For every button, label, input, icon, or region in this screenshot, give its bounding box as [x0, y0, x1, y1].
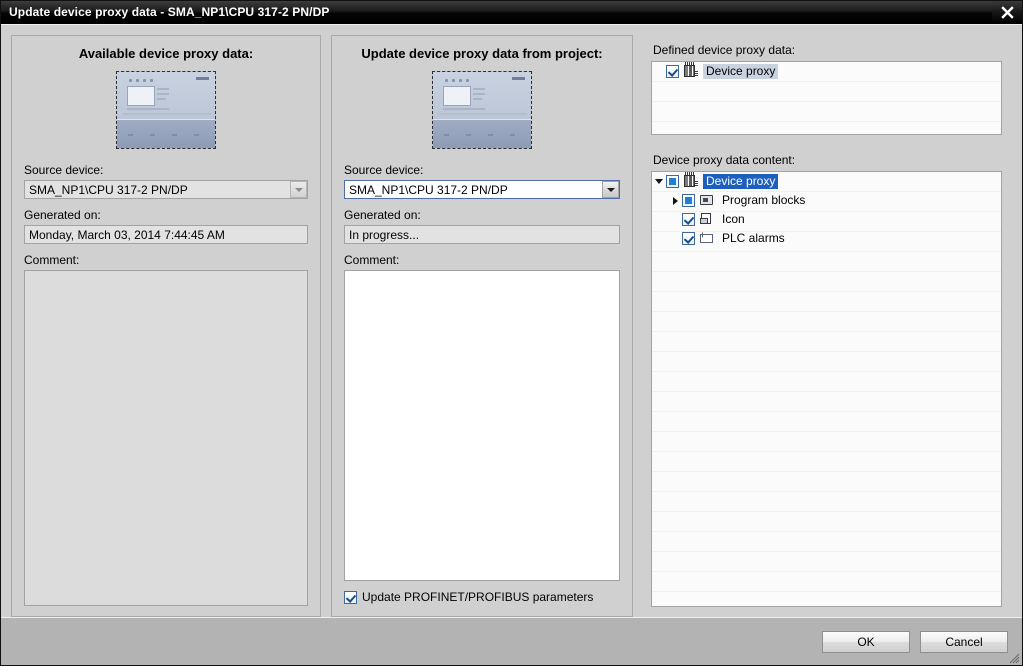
- tree-row-label: PLC alarms: [722, 231, 785, 245]
- chevron-down-icon: [606, 187, 615, 192]
- defined-device-proxy-data-list[interactable]: Device proxy: [651, 61, 1002, 135]
- tree-row-label: Program blocks: [722, 193, 806, 207]
- available-source-device-value: SMA_NP1\CPU 317-2 PN/DP: [29, 182, 188, 197]
- available-generated-on-value: Monday, March 03, 2014 7:44:45 AM: [24, 225, 308, 244]
- available-preview-wrap: [24, 71, 308, 149]
- dialog-footer: OK Cancel: [1, 617, 1022, 665]
- available-comment-label: Comment:: [24, 253, 80, 267]
- tree-row-label: Device proxy: [703, 174, 779, 189]
- chevron-down-icon: [655, 179, 663, 184]
- available-panel-title: Available device proxy data:: [78, 46, 254, 61]
- chevron-right-icon: [672, 196, 678, 205]
- update-source-device-dropdown-button[interactable]: [602, 181, 619, 198]
- plc-alarms-checkbox[interactable]: [682, 232, 695, 245]
- device-proxy-data-content-tree[interactable]: Device proxy Program blocks Icon PLC ala…: [651, 171, 1002, 607]
- icon-page-icon: [699, 212, 715, 227]
- dialog-body: Available device proxy data: Source devi…: [1, 24, 1022, 665]
- update-device-proxy-dialog: Update device proxy data - SMA_NP1\CPU 3…: [0, 0, 1023, 666]
- device-proxy-preview-thumbnail: [116, 71, 216, 149]
- content-area: Available device proxy data: Source devi…: [1, 25, 1022, 617]
- chevron-down-icon: [294, 187, 303, 192]
- resize-grip-icon[interactable]: [1008, 652, 1020, 664]
- content-tree-rows: Device proxy Program blocks Icon PLC ala…: [652, 172, 1001, 248]
- update-preview-wrap: [344, 71, 620, 149]
- available-device-proxy-panel: Available device proxy data: Source devi…: [11, 35, 321, 617]
- project-proxy-preview-thumbnail: [432, 71, 532, 149]
- available-source-device-label: Source device:: [24, 163, 104, 177]
- program-blocks-checkbox[interactable]: [682, 194, 695, 207]
- device-proxy-trees-panel: Defined device proxy data: Device proxy: [643, 35, 1012, 617]
- tree-row-program-blocks[interactable]: Program blocks: [652, 191, 1001, 210]
- cancel-button[interactable]: Cancel: [920, 630, 1008, 653]
- close-button[interactable]: [992, 1, 1022, 23]
- update-from-project-panel: Update device proxy data from project: S…: [331, 35, 633, 617]
- defined-device-proxy-data-label: Defined device proxy data:: [653, 43, 796, 57]
- icon-checkbox[interactable]: [682, 213, 695, 226]
- defined-item-checkbox[interactable]: [666, 65, 679, 78]
- update-comment-textarea[interactable]: [344, 270, 620, 581]
- tree-row-plc-alarms[interactable]: PLC alarms: [652, 229, 1001, 248]
- tree-row-device-proxy[interactable]: Device proxy: [652, 172, 1001, 191]
- available-source-device-select[interactable]: SMA_NP1\CPU 317-2 PN/DP: [24, 180, 308, 199]
- list-item[interactable]: Device proxy: [652, 62, 1001, 81]
- update-source-device-label: Source device:: [344, 163, 424, 177]
- update-comment-label: Comment:: [344, 253, 400, 267]
- program-blocks-icon: [699, 193, 715, 208]
- device-proxy-checkbox[interactable]: [666, 175, 679, 188]
- update-generated-on-label: Generated on:: [344, 208, 421, 222]
- expand-collapse-toggle[interactable]: [652, 179, 666, 184]
- expand-collapse-toggle[interactable]: [668, 196, 682, 205]
- update-profinet-profibus-checkbox-row[interactable]: Update PROFINET/PROFIBUS parameters: [344, 590, 620, 604]
- defined-list-rows: Device proxy: [652, 62, 1001, 81]
- ok-button[interactable]: OK: [822, 630, 910, 653]
- update-source-device-select[interactable]: SMA_NP1\CPU 317-2 PN/DP: [344, 180, 620, 199]
- available-source-device-dropdown-button[interactable]: [290, 181, 307, 198]
- device-proxy-data-content-label: Device proxy data content:: [653, 153, 796, 167]
- tree-row-label: Icon: [722, 212, 745, 226]
- title-bar: Update device proxy data - SMA_NP1\CPU 3…: [1, 1, 1022, 24]
- list-item-label: Device proxy: [703, 64, 779, 79]
- update-generated-on-value: In progress...: [344, 225, 620, 244]
- update-profinet-profibus-checkbox[interactable]: [344, 590, 357, 604]
- close-icon: [1000, 5, 1014, 19]
- update-profinet-profibus-label: Update PROFINET/PROFIBUS parameters: [362, 590, 594, 604]
- window-title: Update device proxy data - SMA_NP1\CPU 3…: [9, 5, 330, 19]
- update-panel-title: Update device proxy data from project:: [361, 46, 603, 61]
- available-generated-on-label: Generated on:: [24, 208, 101, 222]
- device-proxy-icon: [683, 172, 699, 189]
- plc-alarms-icon: [699, 231, 715, 246]
- tree-row-icon[interactable]: Icon: [652, 210, 1001, 229]
- available-comment-textarea: [24, 270, 308, 606]
- update-source-device-value: SMA_NP1\CPU 317-2 PN/DP: [349, 182, 508, 197]
- device-proxy-icon: [683, 62, 699, 79]
